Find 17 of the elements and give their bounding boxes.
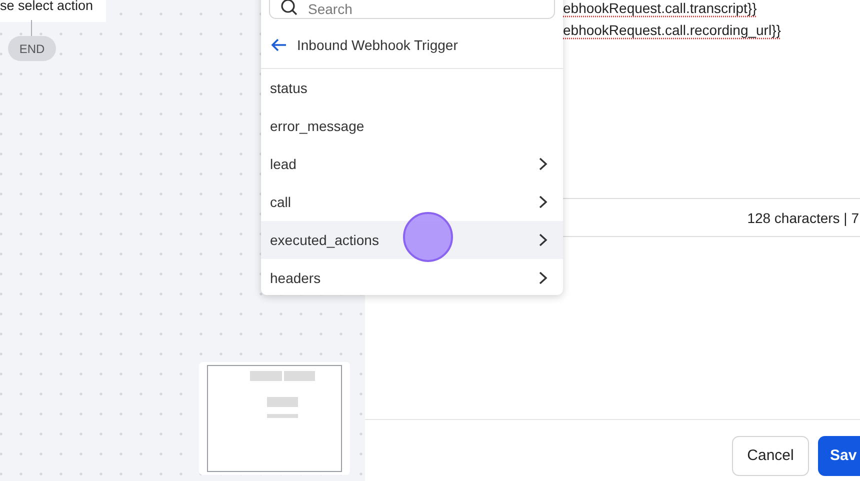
menu-item[interactable]: call — [261, 183, 563, 221]
search-field[interactable]: Search — [269, 0, 555, 19]
character-count: 128 characters | 7 — [747, 210, 859, 226]
menu-item[interactable]: headers — [261, 259, 563, 297]
save-button[interactable]: Sav — [818, 436, 860, 476]
cancel-button[interactable]: Cancel — [732, 436, 809, 476]
connector-line — [31, 20, 32, 36]
menu-item[interactable]: error_message — [261, 107, 563, 145]
search-icon — [280, 0, 298, 16]
menu-item[interactable]: status — [261, 69, 563, 107]
action-node[interactable]: se select action — [0, 0, 106, 22]
back-arrow-icon — [271, 38, 287, 52]
end-node[interactable]: END — [8, 36, 56, 61]
code-line: ebhookRequest.call.recording_url}} — [563, 21, 782, 40]
menu-item[interactable]: lead — [261, 145, 563, 183]
back-button[interactable]: Inbound Webhook Trigger — [261, 22, 563, 69]
code-line: ebhookRequest.call.transcript}} — [563, 0, 758, 18]
